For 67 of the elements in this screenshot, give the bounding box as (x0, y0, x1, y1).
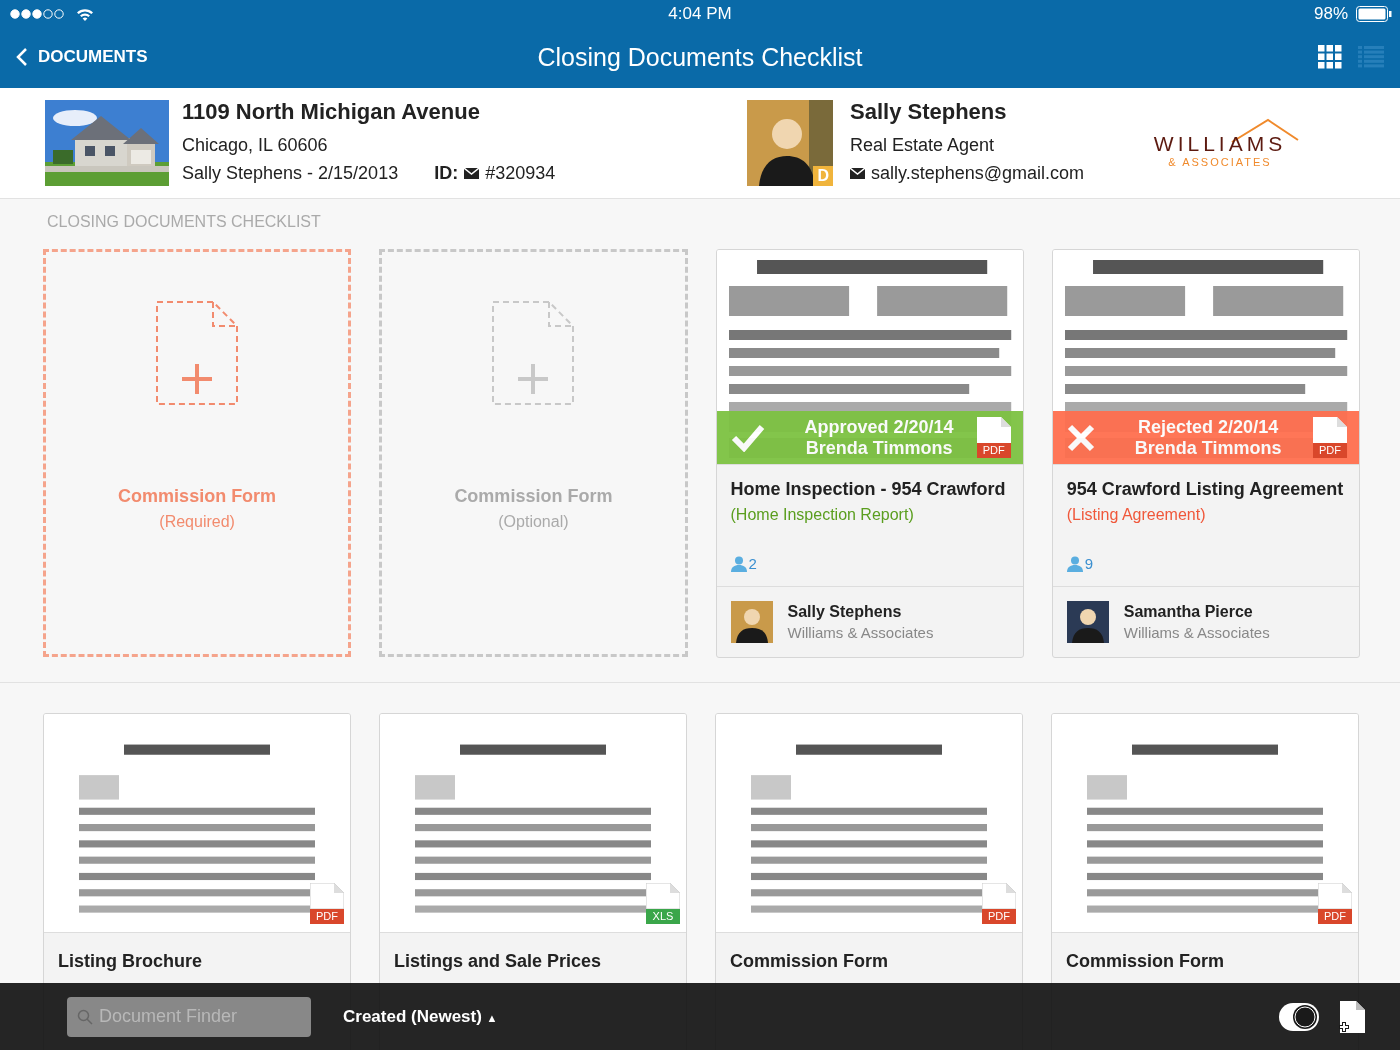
file-type: XLS (646, 909, 680, 924)
file-icon (1318, 883, 1352, 909)
add-file-icon (491, 300, 576, 406)
document-title: Home Inspection - 954 Crawford (730, 479, 1007, 500)
file-type: PDF (1313, 443, 1347, 458)
file-type: PDF (310, 909, 344, 924)
owner-date: Sally Stephens - 2/15/2013 (182, 162, 399, 185)
file-type: PDF (976, 443, 1011, 458)
file-icon (1313, 417, 1347, 443)
document-title: Listing Brochure (58, 951, 203, 972)
file-icon (982, 883, 1016, 909)
avatar (1066, 601, 1109, 643)
document-title: Commission Form (730, 951, 890, 972)
new-document-icon[interactable] (1338, 1000, 1366, 1033)
section-title: CLOSING DOCUMENTS CHECKLIST (47, 213, 322, 231)
property-address: 1109 North Michigan Avenue (182, 99, 481, 125)
reviewer-name: Brenda Timmons (804, 437, 954, 459)
status-line: Rejected 2/20/14 (1137, 416, 1280, 438)
agent-name: Sally Stephens (850, 99, 1008, 125)
document-category: (Listing Agreement) (1066, 506, 1207, 524)
owner-company: Williams & Associates (787, 624, 934, 641)
people-count: 2 (748, 555, 757, 572)
sort-button[interactable]: Created (Newest) ▲ (343, 1006, 498, 1027)
owner-name: Samantha Pierce (1123, 603, 1254, 621)
slot-note: (Optional) (498, 513, 569, 531)
document-title: Commission Form (1066, 951, 1226, 972)
document-title: 954 Crawford Listing Agreement (1066, 479, 1345, 500)
battery-percent: 98% (1313, 4, 1348, 24)
person-icon (1066, 555, 1083, 572)
status-line: Approved 2/20/14 (804, 416, 954, 438)
close-icon (1066, 423, 1095, 452)
slot-note: (Required) (159, 513, 235, 531)
slot-title: Commission Form (118, 486, 277, 507)
agent-email: sally.stephens@gmail.com (871, 162, 1085, 185)
file-type: PDF (1318, 909, 1352, 924)
file-icon (646, 883, 680, 909)
id-label: ID: (434, 162, 459, 185)
wifi-icon (76, 7, 94, 21)
owner-name: Sally Stephens (787, 603, 903, 621)
grid-view-icon[interactable] (1318, 45, 1342, 69)
people-count: 9 (1084, 555, 1094, 572)
property-city: Chicago, IL 60606 (182, 134, 329, 157)
property-id: #320934 (485, 162, 556, 185)
battery-icon (1356, 6, 1392, 22)
back-icon (16, 47, 28, 67)
document-title: Listings and Sale Prices (394, 951, 603, 972)
document-category: (Home Inspection Report) (730, 506, 915, 524)
back-button[interactable]: DOCUMENTS (16, 47, 148, 67)
logo-name: WILLIAMS (1152, 132, 1288, 156)
file-type: PDF (982, 909, 1016, 924)
search-icon (77, 1008, 93, 1025)
owner-company: Williams & Associates (1123, 624, 1270, 641)
reviewer-name: Brenda Timmons (1134, 437, 1282, 459)
toggle-icon[interactable] (1278, 1001, 1320, 1032)
add-file-icon (155, 300, 240, 406)
envelope-icon (464, 167, 480, 179)
file-icon (310, 883, 344, 909)
person-icon (730, 555, 747, 572)
agent-badge: D (813, 166, 833, 186)
slot-title: Commission Form (454, 486, 613, 507)
avatar (730, 601, 773, 643)
logo-subtitle: & ASSOCIATES (1167, 156, 1273, 168)
check-icon (730, 423, 765, 452)
envelope-icon (850, 167, 865, 179)
status-time: 4:04 PM (667, 4, 733, 24)
page-title: Closing Documents Checklist (536, 42, 864, 72)
agent-role: Real Estate Agent (850, 134, 996, 157)
